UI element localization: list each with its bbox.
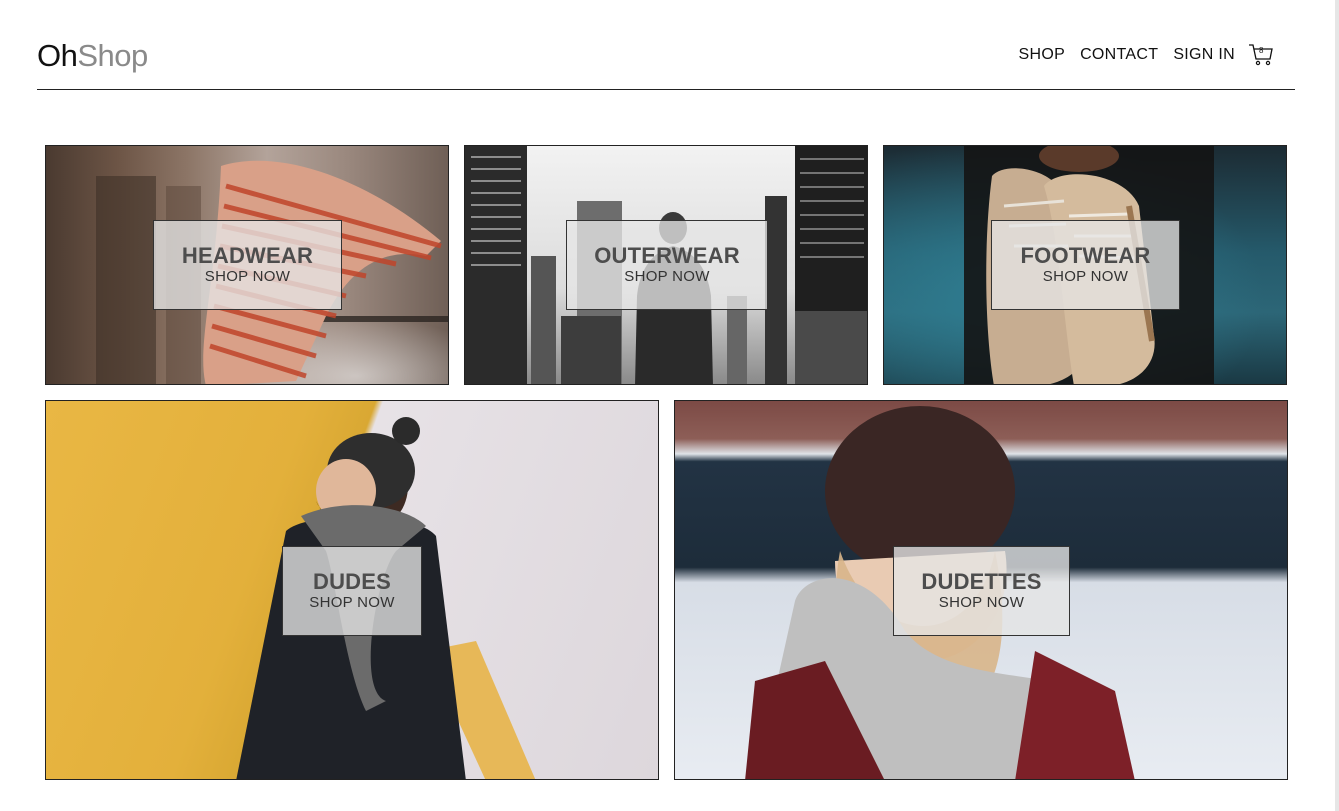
footwear-title: FOOTWEAR [1020, 243, 1151, 268]
cart-count: 8 [1259, 46, 1264, 55]
main-nav: SHOP CONTACT SIGN IN [1019, 46, 1235, 64]
category-tile-dudes[interactable]: DUDES SHOP NOW [45, 400, 659, 780]
dudes-label[interactable]: DUDES SHOP NOW [282, 546, 422, 636]
nav-sign-in-link[interactable]: SIGN IN [1173, 46, 1235, 64]
dudettes-title: DUDETTES [921, 569, 1042, 594]
footwear-label[interactable]: FOOTWEAR SHOP NOW [991, 220, 1180, 310]
category-tile-dudettes[interactable]: DUDETTES SHOP NOW [674, 400, 1288, 780]
outerwear-label[interactable]: OUTERWEAR SHOP NOW [566, 220, 768, 310]
category-tile-footwear[interactable]: FOOTWEAR SHOP NOW [883, 145, 1287, 385]
site-header: OhShop SHOP CONTACT SIGN IN 8 [37, 30, 1295, 90]
headwear-label[interactable]: HEADWEAR SHOP NOW [153, 220, 342, 310]
dudettes-shop-now[interactable]: SHOP NOW [939, 594, 1024, 612]
footwear-shop-now[interactable]: SHOP NOW [1043, 268, 1128, 286]
nav-contact-link[interactable]: CONTACT [1080, 46, 1158, 64]
cart-button[interactable]: 8 [1248, 42, 1274, 68]
category-tile-headwear[interactable]: HEADWEAR SHOP NOW [45, 145, 449, 385]
dudes-title: DUDES [312, 569, 391, 594]
dudes-shop-now[interactable]: SHOP NOW [309, 594, 394, 612]
page: OhShop SHOP CONTACT SIGN IN 8 HEADWEAR S… [0, 0, 1339, 811]
logo-shop: Shop [77, 38, 148, 73]
headwear-title: HEADWEAR [181, 243, 314, 268]
site-logo[interactable]: OhShop [37, 38, 148, 74]
nav-shop-link[interactable]: SHOP [1019, 46, 1066, 64]
headwear-shop-now[interactable]: SHOP NOW [205, 268, 290, 286]
category-tile-outerwear[interactable]: OUTERWEAR SHOP NOW [464, 145, 868, 385]
scrollbar-track[interactable] [1335, 0, 1339, 811]
logo-oh: Oh [37, 38, 78, 73]
outerwear-shop-now[interactable]: SHOP NOW [624, 268, 709, 286]
dudettes-label[interactable]: DUDETTES SHOP NOW [893, 546, 1070, 636]
outerwear-title: OUTERWEAR [594, 243, 740, 268]
